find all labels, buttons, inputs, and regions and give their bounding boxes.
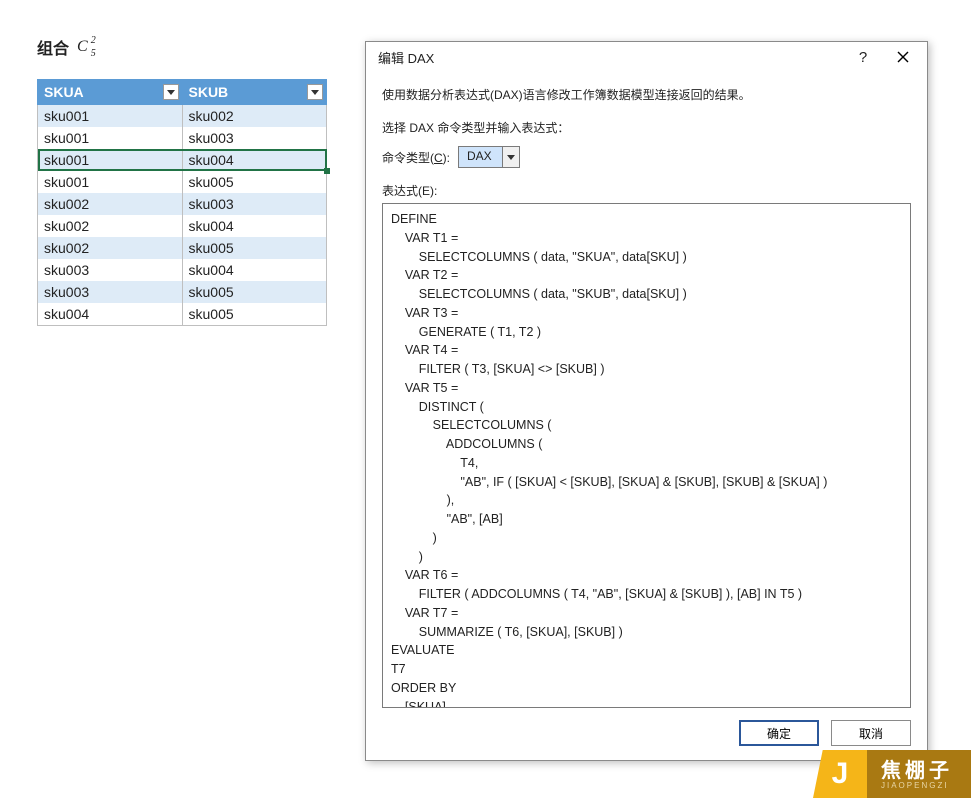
table-row[interactable]: sku002sku005 <box>38 237 327 259</box>
close-button[interactable] <box>883 43 923 71</box>
table-cell[interactable]: sku002 <box>38 215 183 237</box>
table-row[interactable]: sku003sku004 <box>38 259 327 281</box>
chevron-down-icon <box>502 146 520 168</box>
table-cell[interactable]: sku005 <box>182 303 327 326</box>
watermark-logo: J <box>813 750 867 798</box>
table-cell[interactable]: sku003 <box>38 281 183 303</box>
dialog-description: 使用数据分析表达式(DAX)语言修改工作簿数据模型连接返回的结果。 <box>382 86 911 103</box>
help-button[interactable]: ? <box>843 43 883 71</box>
table-row[interactable]: sku001sku005 <box>38 171 327 193</box>
expression-textarea[interactable]: DEFINE VAR T1 = SELECTCOLUMNS ( data, "S… <box>382 203 911 708</box>
select-cmd-label: 选择 DAX 命令类型并输入表达式： <box>382 119 911 136</box>
table-cell[interactable]: sku001 <box>38 105 183 128</box>
table-row[interactable]: sku003sku005 <box>38 281 327 303</box>
table-cell[interactable]: sku003 <box>182 193 327 215</box>
dialog-titlebar: 编辑 DAX ? <box>366 42 927 72</box>
table-row[interactable]: sku004sku005 <box>38 303 327 326</box>
table-cell[interactable]: sku003 <box>182 127 327 149</box>
cancel-button[interactable]: 取消 <box>831 720 911 746</box>
table-cell[interactable]: sku002 <box>38 193 183 215</box>
table-cell[interactable]: sku004 <box>182 149 327 171</box>
table-cell[interactable]: sku002 <box>182 105 327 128</box>
close-icon <box>897 51 909 63</box>
table-cell[interactable]: sku005 <box>182 171 327 193</box>
table-row[interactable]: sku001sku002 <box>38 105 327 128</box>
page-heading: 组合 C25 <box>37 35 327 59</box>
result-table[interactable]: SKUA SKUB sku001sku002sku001sku003sku001… <box>37 79 327 326</box>
table-cell[interactable]: sku001 <box>38 171 183 193</box>
table-cell[interactable]: sku005 <box>182 237 327 259</box>
table-cell[interactable]: sku005 <box>182 281 327 303</box>
table-cell[interactable]: sku002 <box>38 237 183 259</box>
table-row[interactable]: sku001sku004 <box>38 149 327 171</box>
table-cell[interactable]: sku001 <box>38 127 183 149</box>
watermark: J 焦棚子 JIAOPENGZI <box>813 750 971 798</box>
cmd-type-label: 命令类型(C): <box>382 149 450 166</box>
edit-dax-dialog: 编辑 DAX ? 使用数据分析表达式(DAX)语言修改工作簿数据模型连接返回的结… <box>365 41 928 761</box>
filter-dropdown-icon[interactable] <box>163 84 179 100</box>
col-header-skub[interactable]: SKUB <box>182 80 327 105</box>
table-row[interactable]: sku002sku004 <box>38 215 327 237</box>
table-cell[interactable]: sku004 <box>182 259 327 281</box>
cmd-type-select[interactable]: DAX <box>458 146 520 168</box>
combination-formula: C25 <box>77 38 96 56</box>
table-cell[interactable]: sku004 <box>182 215 327 237</box>
table-row[interactable]: sku001sku003 <box>38 127 327 149</box>
dialog-title: 编辑 DAX <box>378 48 843 67</box>
heading-text: 组合 <box>37 35 69 59</box>
filter-dropdown-icon[interactable] <box>307 84 323 100</box>
col-header-skua[interactable]: SKUA <box>38 80 183 105</box>
watermark-pinyin: JIAOPENGZI <box>881 782 953 791</box>
table-cell[interactable]: sku001 <box>38 149 183 171</box>
table-cell[interactable]: sku004 <box>38 303 183 326</box>
ok-button[interactable]: 确定 <box>739 720 819 746</box>
expression-label: 表达式(E): <box>382 182 911 199</box>
table-cell[interactable]: sku003 <box>38 259 183 281</box>
watermark-name: 焦棚子 <box>881 760 953 782</box>
table-row[interactable]: sku002sku003 <box>38 193 327 215</box>
